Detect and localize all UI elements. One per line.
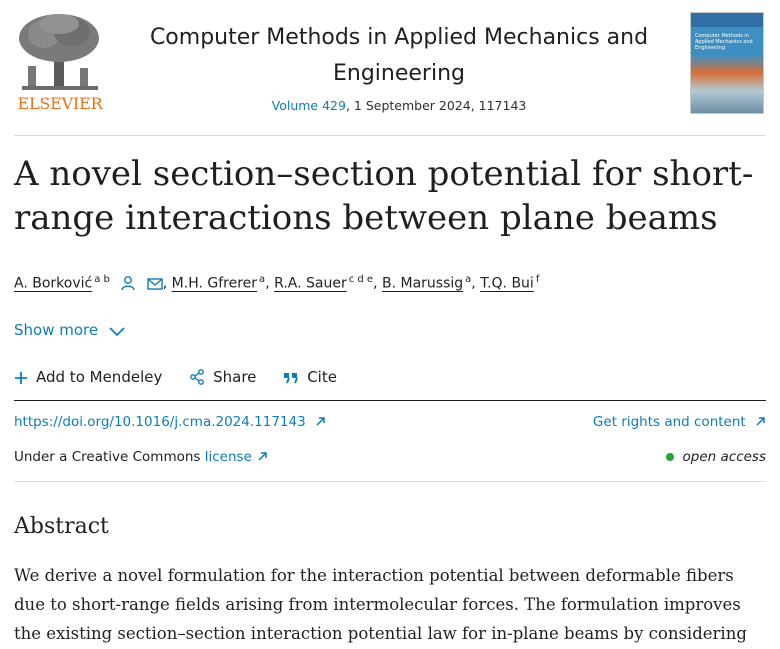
- author-affiliation: a b: [94, 274, 110, 285]
- show-more-label: Show more: [14, 321, 99, 339]
- publisher-name: ELSEVIER: [17, 94, 103, 113]
- abstract-heading: Abstract: [14, 514, 109, 539]
- license-info: Under a Creative Commons license: [14, 449, 268, 465]
- author-name[interactable]: T.Q. Bui: [480, 276, 534, 292]
- actions-divider: [14, 400, 766, 401]
- cite-button[interactable]: Cite: [283, 368, 337, 386]
- envelope-icon[interactable]: [147, 277, 163, 295]
- chevron-down-icon: [109, 327, 125, 337]
- person-icon[interactable]: [120, 275, 136, 295]
- journal-cover-image[interactable]: Computer Methods in Applied Mechanics an…: [690, 12, 764, 114]
- cover-title: Computer Methods in Applied Mechanics an…: [695, 33, 753, 51]
- share-label: Share: [213, 368, 257, 386]
- share-button[interactable]: Share: [189, 368, 256, 386]
- cover-bar: [691, 13, 763, 27]
- plus-icon: [15, 372, 27, 384]
- author-name[interactable]: R.A. Sauer: [274, 276, 347, 292]
- volume-link[interactable]: Volume 429: [272, 98, 346, 113]
- author-list: A. Borković a b , M.H. Gfrerer a, R.A. Sau…: [14, 274, 539, 295]
- external-arrow-icon: [756, 417, 765, 426]
- show-more-button[interactable]: Show more: [14, 321, 125, 339]
- license-link-text: license: [204, 449, 252, 465]
- author-name[interactable]: M.H. Gfrerer: [172, 276, 257, 292]
- header-divider: [14, 135, 766, 136]
- add-to-mendeley-button[interactable]: Add to Mendeley: [14, 368, 162, 386]
- journal-title-link[interactable]: Computer Methods in Applied Mechanics an…: [124, 20, 674, 92]
- journal-info: Computer Methods in Applied Mechanics an…: [124, 20, 674, 113]
- doi-link[interactable]: https://doi.org/10.1016/j.cma.2024.11714…: [14, 414, 326, 430]
- license-prefix: Under a Creative Commons: [14, 449, 205, 465]
- article-title: A novel section–section potential for sh…: [14, 154, 754, 238]
- external-arrow-icon: [258, 452, 267, 461]
- author-affiliation: a: [259, 274, 266, 285]
- open-access-label: open access: [682, 449, 766, 465]
- author-affiliation: f: [535, 274, 540, 285]
- external-arrow-icon: [316, 417, 325, 426]
- journal-header: ELSEVIER Computer Methods in Applied Mec…: [14, 10, 766, 128]
- rights-link[interactable]: Get rights and content: [593, 414, 766, 430]
- license-link[interactable]: license: [205, 449, 268, 465]
- article-actions: Add to Mendeley Share Cite: [14, 368, 359, 386]
- open-access-dot-icon: [665, 453, 674, 461]
- issue-details: , 1 September 2024, 117143: [345, 98, 527, 113]
- open-access-badge: open access: [665, 449, 766, 465]
- cite-label: Cite: [307, 368, 337, 386]
- mendeley-label: Add to Mendeley: [36, 368, 163, 386]
- quote-icon: [284, 373, 299, 384]
- doi-text: https://doi.org/10.1016/j.cma.2024.11714…: [14, 414, 306, 430]
- license-divider: [14, 481, 766, 482]
- rights-text: Get rights and content: [592, 414, 746, 430]
- author-affiliation: a: [465, 274, 472, 285]
- elsevier-tree-logo: [19, 14, 99, 90]
- author-name[interactable]: A. Borković: [14, 276, 92, 292]
- abstract-text: We derive a novel formulation for the in…: [14, 566, 747, 643]
- author-affiliation: c d e: [348, 274, 374, 285]
- share-icon: [190, 369, 205, 385]
- issue-info: Volume 429, 1 September 2024, 117143: [124, 98, 674, 113]
- elsevier-logo[interactable]: ELSEVIER: [14, 10, 106, 116]
- author-name[interactable]: B. Marussig: [382, 276, 463, 292]
